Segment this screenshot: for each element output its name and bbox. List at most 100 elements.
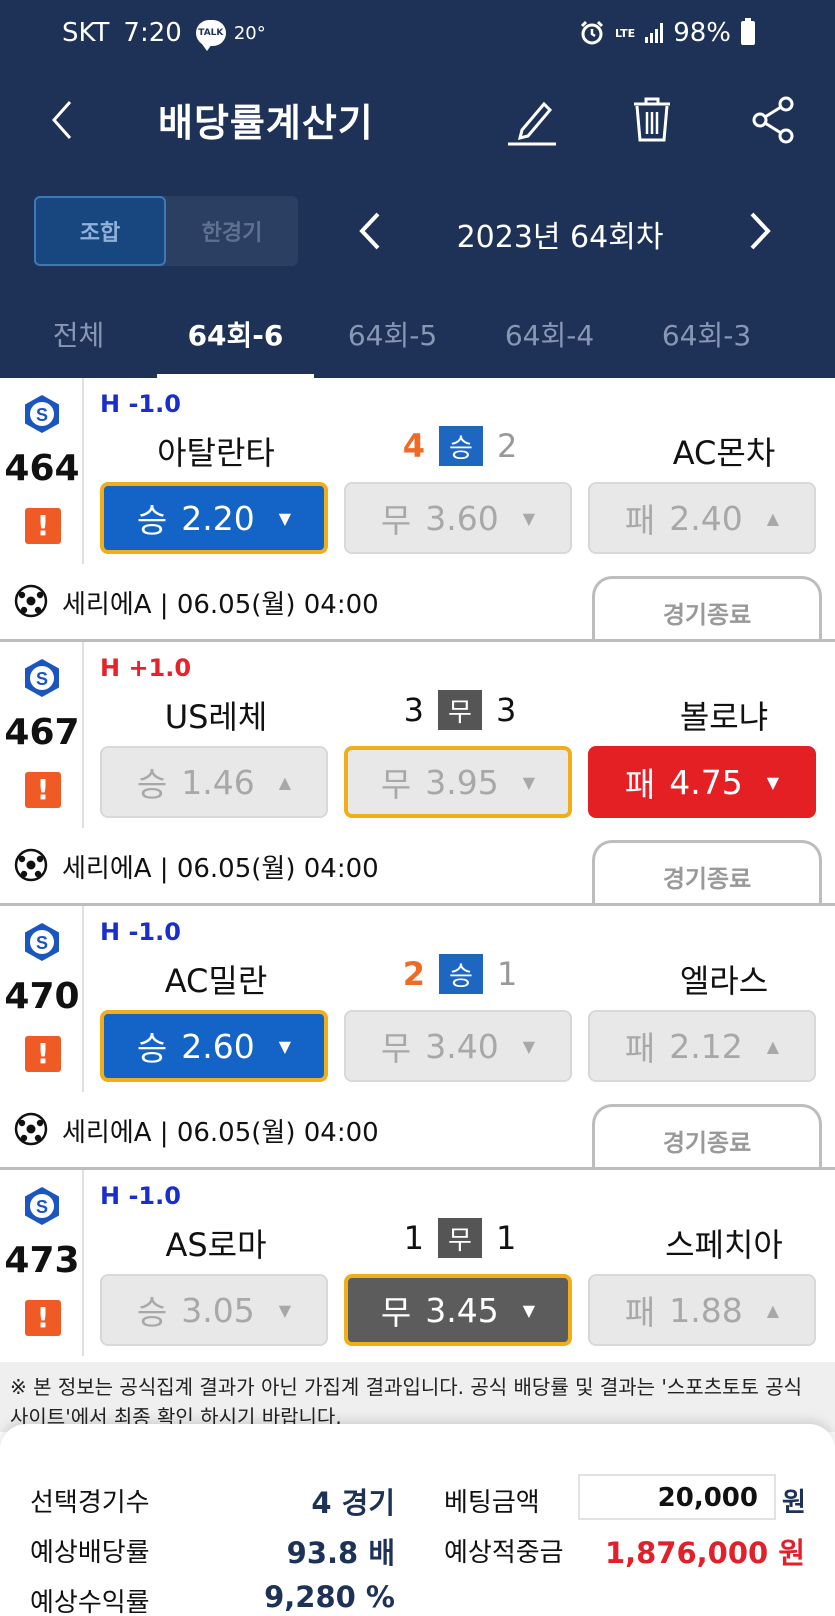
odds-label: 무 [380, 1293, 412, 1332]
game-status-tab[interactable]: 경기종료 [592, 576, 822, 640]
tab-64-5[interactable]: 64회-5 [314, 300, 471, 378]
odds-trend-icon: ▲ [766, 1036, 780, 1056]
odds-win-button[interactable]: 승 3.05 ▼ [100, 1274, 328, 1346]
odds-trend-icon: ▼ [522, 1300, 536, 1320]
svg-text:S: S [36, 1197, 48, 1217]
handicap-label: H -1.0 [100, 1182, 181, 1210]
tab-all[interactable]: 전체 [0, 300, 157, 378]
tab-64-3[interactable]: 64회-3 [628, 300, 785, 378]
result-badge: 승 [438, 954, 483, 994]
odds-lose-button[interactable]: 패 1.88 ▲ [588, 1274, 816, 1346]
alert-icon[interactable]: ! [25, 508, 61, 544]
alert-icon[interactable]: ! [25, 772, 61, 808]
away-score: 3 [496, 691, 517, 729]
game-card-470: S 470 ! H -1.0 AC밀란 2 승 1 엘라스 승 2.60 ▼ 무 3.… [0, 906, 835, 1170]
away-team: 엘라스 [679, 962, 769, 1000]
away-team: 스페치아 [665, 1226, 783, 1264]
mode-combo-button[interactable]: 조합 [34, 196, 166, 266]
mode-single-button[interactable]: 한경기 [166, 196, 298, 266]
title-bar: 배당률계산기 [0, 80, 835, 160]
odds-value: 2.12 [669, 1026, 743, 1066]
odds-value: 3.45 [425, 1290, 499, 1330]
disclaimer-notice: ※ 본 정보는 공식집계 결과가 아닌 가집계 결과입니다. 공식 배당률 및 … [0, 1362, 835, 1432]
game-status-tab[interactable]: 경기종료 [592, 840, 822, 904]
game-footer: 세리에A | 06.05(월) 04:00 경기종료 [0, 1092, 835, 1170]
odds-label: 무 [380, 1029, 412, 1068]
odds-lose-button[interactable]: 패 2.40 ▲ [588, 482, 816, 554]
currency-unit: 원 [782, 1488, 806, 1518]
alert-icon[interactable]: ! [25, 1300, 61, 1336]
game-left-column: S 467 ! [0, 642, 84, 828]
odds-trend-icon: ▼ [522, 772, 536, 792]
odds-label: 승 [136, 765, 168, 804]
soccer-ball-icon [14, 1112, 48, 1146]
expected-payout-label: 예상적중금 [444, 1538, 564, 1568]
league-info: 세리에A | 06.05(월) 04:00 [62, 590, 379, 620]
chevron-right-icon[interactable] [740, 206, 780, 256]
away-team: AC몬차 [672, 434, 776, 472]
home-team: US레체 [164, 698, 268, 736]
game-status-tab[interactable]: 경기종료 [592, 1104, 822, 1168]
odds-trend-icon: ▼ [278, 1036, 292, 1056]
tab-64-4[interactable]: 64회-4 [471, 300, 628, 378]
odds-value: 4.75 [669, 762, 743, 802]
odds-label: 승 [136, 1029, 168, 1068]
odds-value: 2.40 [669, 498, 743, 538]
bet-amount-input[interactable]: 20,000 [578, 1474, 776, 1520]
odds-trend-icon: ▲ [766, 1300, 780, 1320]
soccer-ball-icon [14, 584, 48, 618]
odds-trend-icon: ▼ [278, 1300, 292, 1320]
handicap-label: H -1.0 [100, 918, 181, 946]
tab-64-2[interactable]: 6 [785, 300, 835, 378]
game-number: 467 [4, 712, 80, 753]
trash-icon[interactable] [624, 92, 680, 148]
odds-lose-button[interactable]: 패 2.12 ▲ [588, 1010, 816, 1082]
lte-indicator: LTE [614, 26, 636, 40]
alert-icon[interactable]: ! [25, 1036, 61, 1072]
special-badge-icon: S [25, 1187, 59, 1225]
odds-value: 2.60 [181, 1026, 255, 1066]
game-left-column: S 470 ! [0, 906, 84, 1092]
odds-value: 3.40 [425, 1026, 499, 1066]
odds-draw-button[interactable]: 무 3.60 ▼ [344, 482, 572, 554]
handicap-label: H -1.0 [100, 390, 181, 418]
home-team: AC밀란 [164, 962, 268, 1000]
back-arrow-icon[interactable] [40, 92, 90, 148]
home-score: 3 [403, 691, 424, 729]
odds-win-button[interactable]: 승 2.20 ▼ [100, 482, 328, 554]
odds-label: 패 [624, 1029, 656, 1068]
odds-win-button[interactable]: 승 2.60 ▼ [100, 1010, 328, 1082]
home-score: 4 [402, 427, 425, 465]
odds-value: 3.95 [425, 762, 499, 802]
selected-games-label: 선택경기수 [30, 1488, 150, 1518]
home-score: 1 [403, 1219, 424, 1257]
odds-value: 1.46 [181, 762, 255, 802]
odds-trend-icon: ▲ [766, 508, 780, 528]
odds-draw-button[interactable]: 무 3.40 ▼ [344, 1010, 572, 1082]
share-icon[interactable] [746, 92, 802, 148]
away-score: 1 [496, 1219, 517, 1257]
round-tabs: 전체 64회-6 64회-5 64회-4 64회-3 6 [0, 300, 835, 378]
home-score: 2 [402, 955, 425, 993]
round-navigator: 2023년 64회차 [340, 196, 780, 266]
away-score: 1 [496, 955, 518, 993]
result-badge: 승 [438, 426, 483, 466]
odds-draw-button[interactable]: 무 3.45 ▼ [344, 1274, 572, 1346]
chevron-left-icon[interactable] [350, 206, 390, 256]
odds-trend-icon: ▼ [522, 1036, 536, 1056]
odds-trend-icon: ▼ [522, 508, 536, 528]
edit-icon[interactable] [504, 92, 560, 148]
temperature: 20° [233, 22, 266, 44]
odds-value: 3.05 [181, 1290, 255, 1330]
odds-win-button[interactable]: 승 1.46 ▲ [100, 746, 328, 818]
game-footer: 세리에A | 06.05(월) 04:00 경기종료 [0, 564, 835, 642]
odds-draw-button[interactable]: 무 3.95 ▼ [344, 746, 572, 818]
tab-64-6[interactable]: 64회-6 [157, 300, 314, 378]
special-badge-icon: S [25, 395, 59, 433]
alarm-icon [580, 20, 604, 45]
score: 1 무 1 [370, 1218, 550, 1258]
app-header: SKT 7:20 TALK 20° LTE 98% 배당률계산기 조합 한경기 … [0, 0, 835, 378]
expected-odds-label: 예상배당률 [30, 1538, 150, 1568]
odds-label: 패 [624, 501, 656, 540]
odds-lose-button[interactable]: 패 4.75 ▼ [588, 746, 816, 818]
